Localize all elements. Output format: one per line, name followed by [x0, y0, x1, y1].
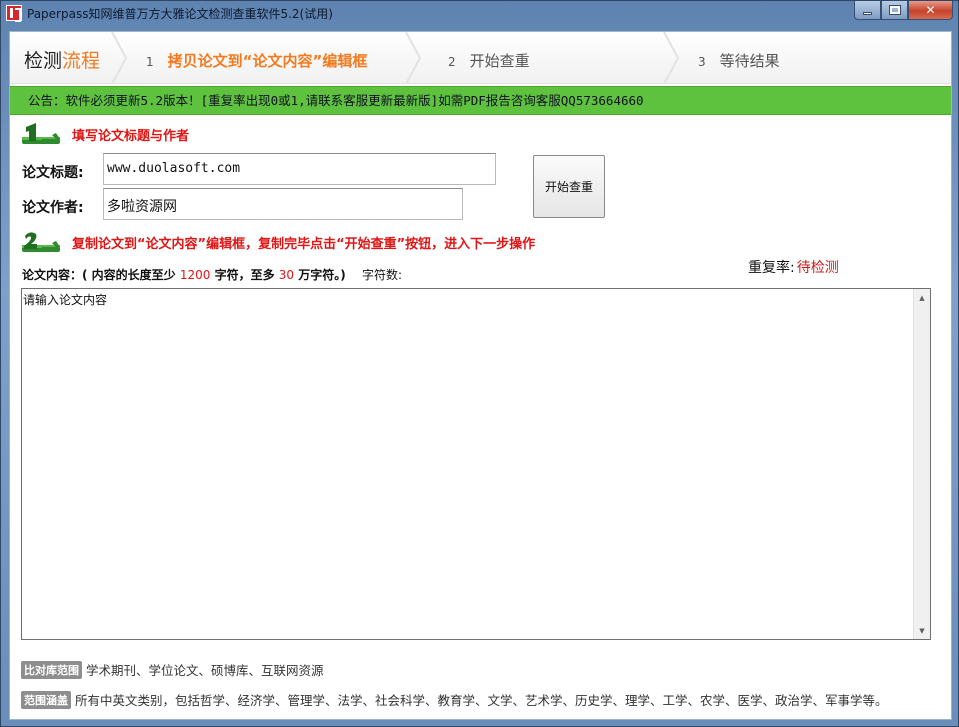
step-3: 3 等待结果 — [698, 50, 780, 71]
footer-range: 范围涵盖 所有中英文类别，包括哲学、经济学、管理学、法学、社会科学、教育学、文学… — [21, 690, 888, 709]
process-steps: 检测流程 1 拷贝论文到“论文内容”编辑框 2 开始查重 3 等待结果 — [10, 32, 951, 85]
step-1-badge-icon — [22, 123, 62, 145]
maximize-icon — [888, 5, 901, 15]
start-check-button[interactable]: 开始查重 — [533, 155, 605, 218]
step-1-label: 拷贝论文到“论文内容”编辑框 — [167, 52, 368, 70]
content-min-length: 1200 — [179, 268, 211, 282]
main-panel: 检测流程 1 拷贝论文到“论文内容”编辑框 2 开始查重 3 等待结果 公告：软件必须… — [9, 31, 952, 720]
step-2-number: 2 — [448, 55, 456, 69]
chevron-right-icon — [404, 32, 422, 85]
footer-scope: 比对库范围 学术期刊、学位论文、硕博库、互联网资源 — [21, 660, 324, 679]
duplicate-rate-label: 重复率: — [748, 260, 795, 276]
duplicate-rate-value: 待检测 — [796, 260, 839, 276]
minimize-icon — [863, 11, 872, 15]
maximize-button[interactable] — [881, 1, 908, 20]
content-desc-prefix: 论文内容：( 内容的长度至少 — [22, 268, 176, 282]
steps-title-part1: 检测 — [24, 50, 63, 72]
content-desc-suffix: 万字符。) — [298, 268, 346, 282]
window-title: Paperpass知网维普万方大雅论文检测查重软件5.2(试用) — [27, 7, 333, 21]
title-label: 论文标题: — [22, 165, 84, 181]
section-2-header: 复制论文到“论文内容”编辑框，复制完毕点击“开始查重”按钮，进入下一步操作 — [22, 230, 535, 254]
steps-title-part2: 流程 — [62, 50, 101, 72]
app-logo-icon — [6, 5, 22, 22]
content-placeholder: 请输入论文内容 — [23, 293, 108, 307]
step-3-number: 3 — [698, 55, 706, 69]
minimize-button[interactable] — [854, 1, 881, 20]
content-desc-mid: 字符，至多 — [214, 268, 275, 282]
author-label: 论文作者: — [22, 200, 84, 216]
scope-text: 学术期刊、学位论文、硕博库、互联网资源 — [86, 663, 324, 678]
steps-title: 检测流程 — [24, 46, 100, 73]
step-2-label: 开始查重 — [469, 52, 530, 70]
section-2-title: 复制论文到“论文内容”编辑框，复制完毕点击“开始查重”按钮，进入下一步操作 — [72, 236, 536, 252]
title-bar[interactable]: Paperpass知网维普万方大雅论文检测查重软件5.2(试用) ✕ — [1, 1, 958, 25]
range-tag: 范围涵盖 — [21, 690, 71, 709]
content-scrollbar[interactable]: ▲ ▼ — [913, 289, 930, 639]
close-button[interactable]: ✕ — [908, 1, 953, 20]
step-3-label: 等待结果 — [719, 52, 780, 70]
section-1-header: 填写论文标题与作者 — [22, 122, 189, 146]
content-description: 论文内容：( 内容的长度至少 1200 字符，至多 30 万字符。) 字符数: — [22, 266, 402, 283]
author-input[interactable]: 多啦资源网 — [103, 188, 463, 220]
notice-bar: 公告：软件必须更新5.2版本！[重复率出现0或1,请联系客服更新最新版]如需PD… — [10, 86, 951, 115]
range-text: 所有中英文类别，包括哲学、经济学、管理学、法学、社会科学、教育学、文学、艺术学、… — [75, 693, 888, 708]
step-1: 1 拷贝论文到“论文内容”编辑框 — [146, 50, 367, 71]
content-textarea[interactable]: 请输入论文内容 ▲ ▼ — [21, 288, 931, 640]
step-2: 2 开始查重 — [448, 50, 530, 71]
scroll-up-icon[interactable]: ▲ — [914, 289, 930, 306]
scroll-down-icon[interactable]: ▼ — [914, 622, 930, 639]
duplicate-rate: 重复率: 待检测 — [748, 257, 839, 277]
scope-tag: 比对库范围 — [21, 660, 82, 679]
char-count-label: 字符数: — [361, 268, 402, 282]
app-window: Paperpass知网维普万方大雅论文检测查重软件5.2(试用) ✕ 检测流程 … — [0, 0, 959, 727]
title-input[interactable]: www.duolasoft.com — [103, 153, 496, 185]
section-1-title: 填写论文标题与作者 — [72, 128, 190, 144]
step-2-badge-icon — [22, 231, 62, 253]
step-1-number: 1 — [146, 55, 154, 69]
chevron-right-icon — [662, 32, 680, 85]
content-max-length: 30 — [278, 268, 295, 282]
close-icon: ✕ — [925, 3, 936, 17]
chevron-right-icon — [110, 32, 128, 85]
